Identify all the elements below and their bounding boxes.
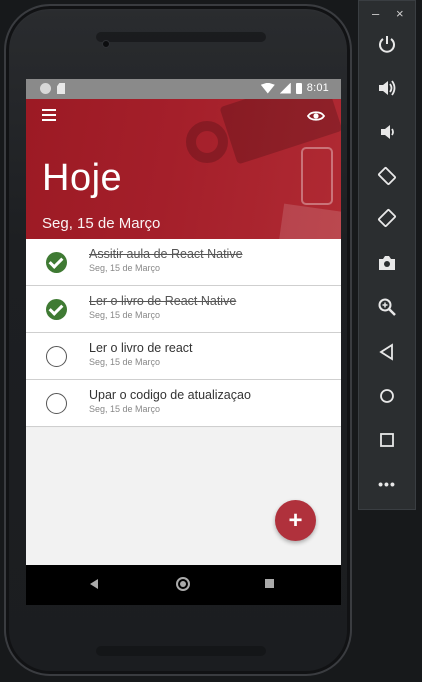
task-description: Assitir aula de React Native — [89, 247, 243, 261]
overview-square-icon[interactable] — [376, 429, 398, 451]
task-row[interactable]: Ler o livro de React Native Seg, 15 de M… — [26, 286, 341, 333]
home-circle-icon[interactable] — [376, 385, 398, 407]
emulator-toolbar: – × ••• — [358, 0, 416, 510]
front-camera — [102, 40, 110, 48]
phone-frame: 8:01 Hoje Seg, 15 de Março Assitir aula … — [4, 4, 352, 676]
notification-dot-icon — [40, 83, 51, 94]
emulator-stage: 8:01 Hoje Seg, 15 de Março Assitir aula … — [0, 0, 422, 682]
page-title: Hoje — [42, 157, 123, 199]
app-screen: 8:01 Hoje Seg, 15 de Março Assitir aula … — [26, 79, 341, 605]
add-task-button[interactable]: + — [275, 500, 316, 541]
nav-back-icon[interactable] — [90, 579, 98, 589]
today-header: Hoje Seg, 15 de Março — [26, 99, 341, 239]
bottom-speaker — [96, 646, 266, 656]
status-bar: 8:01 — [26, 79, 341, 99]
task-date: Seg, 15 de Março — [89, 263, 161, 273]
more-options-icon[interactable]: ••• — [376, 473, 398, 495]
power-icon[interactable] — [376, 33, 398, 55]
top-speaker — [96, 32, 266, 42]
volume-down-icon[interactable] — [376, 121, 398, 143]
nav-home-icon[interactable] — [176, 577, 190, 591]
task-row[interactable]: Upar o codigo de atualizaçao Seg, 15 de … — [26, 380, 341, 427]
battery-icon — [295, 82, 302, 94]
nav-recents-icon[interactable] — [265, 579, 274, 588]
task-date: Seg, 15 de Março — [89, 310, 161, 320]
task-date: Seg, 15 de Março — [89, 404, 161, 414]
sim-card-icon — [57, 83, 65, 94]
page-date: Seg, 15 de Março — [42, 215, 161, 232]
done-check-icon[interactable] — [46, 299, 67, 320]
rotate-right-icon[interactable] — [376, 207, 398, 229]
minimize-button[interactable]: – — [372, 6, 379, 21]
signal-icon — [279, 82, 291, 94]
list-empty-area — [26, 428, 341, 565]
background-phone-image — [301, 147, 333, 205]
task-row[interactable]: Ler o livro de react Seg, 15 de Março — [26, 333, 341, 380]
task-description: Ler o livro de react — [89, 341, 193, 355]
camera-screenshot-icon[interactable] — [376, 252, 398, 274]
wifi-icon — [260, 82, 275, 94]
zoom-icon[interactable] — [376, 296, 398, 318]
task-list: Assitir aula de React Native Seg, 15 de … — [26, 239, 341, 427]
pending-circle-icon[interactable] — [46, 346, 67, 367]
close-button[interactable]: × — [396, 6, 404, 21]
back-triangle-icon[interactable] — [376, 341, 398, 363]
pending-circle-icon[interactable] — [46, 393, 67, 414]
volume-up-icon[interactable] — [376, 77, 398, 99]
background-paper-image — [278, 203, 341, 239]
hamburger-menu-icon[interactable] — [42, 109, 56, 121]
rotate-left-icon[interactable] — [376, 165, 398, 187]
background-cup-image — [186, 121, 228, 163]
eye-icon[interactable] — [306, 109, 326, 121]
android-nav-bar — [26, 565, 341, 605]
task-row[interactable]: Assitir aula de React Native Seg, 15 de … — [26, 239, 341, 286]
done-check-icon[interactable] — [46, 252, 67, 273]
task-date: Seg, 15 de Março — [89, 357, 161, 367]
task-description: Upar o codigo de atualizaçao — [89, 388, 251, 402]
status-time: 8:01 — [306, 82, 329, 94]
task-description: Ler o livro de React Native — [89, 294, 237, 308]
